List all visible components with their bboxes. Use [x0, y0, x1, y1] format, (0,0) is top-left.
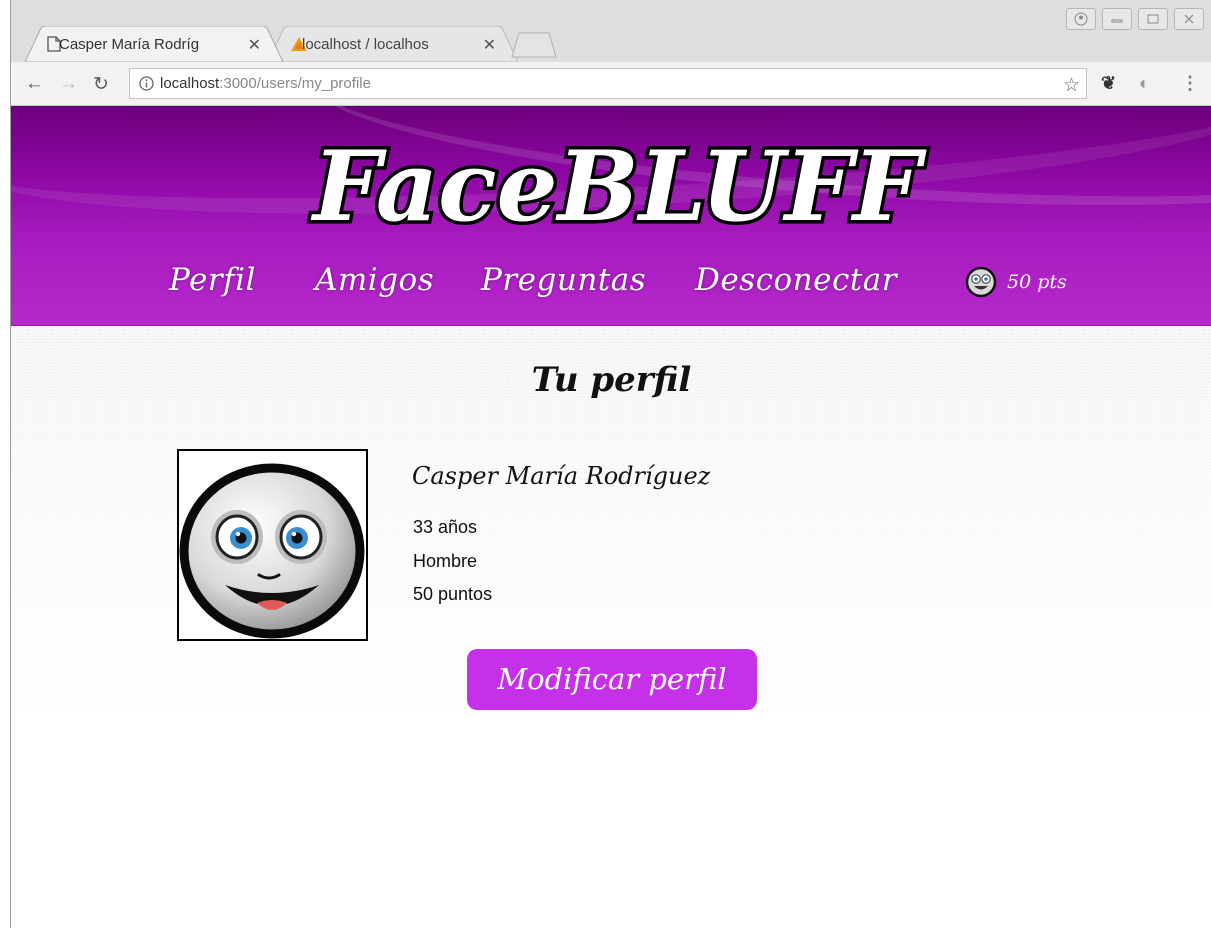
extension-icon[interactable]: ◐	[1139, 73, 1150, 94]
points-indicator: 50 pts	[965, 266, 1067, 298]
site-logo: FaceBLUFF	[307, 128, 931, 238]
address-bar[interactable]: localhost:3000/users/my_profile ☆	[129, 68, 1087, 99]
site-header: FaceBLUFF Perfil Amigos Preguntas Descon…	[11, 106, 1211, 326]
reload-icon[interactable]: ↻	[93, 73, 109, 96]
tab-label: localhost / localhos	[302, 35, 429, 53]
user-age: 33 años	[413, 517, 478, 537]
smiley-avatar-icon	[965, 266, 997, 298]
menu-icon[interactable]: ⋮	[1181, 73, 1199, 94]
nav-desconectar-link[interactable]: Desconectar	[695, 262, 897, 298]
page-content: FaceBLUFF Perfil Amigos Preguntas Descon…	[11, 106, 1211, 928]
maximize-icon[interactable]	[1138, 8, 1168, 30]
browser-toolbar: ← → ↻ localhost:3000/users/my_profile ☆ …	[11, 62, 1211, 106]
tab-label: Casper María Rodríg	[59, 35, 200, 53]
page-title: Tu perfil	[531, 360, 692, 400]
site-logo-text: FaceBLUFF	[310, 130, 927, 238]
close-icon[interactable]: ✕	[248, 35, 261, 55]
nav-perfil-link[interactable]: Perfil	[169, 262, 256, 298]
smiley-avatar-icon	[179, 463, 365, 639]
tab-strip: localhost / localhos ✕ Casper María Rodr…	[11, 0, 1211, 62]
new-tab-button[interactable]	[511, 32, 557, 58]
profile-icon[interactable]	[1066, 8, 1096, 30]
user-gender: Hombre	[413, 551, 478, 571]
tab-phpmyadmin[interactable]: localhost / localhos ✕	[268, 26, 518, 62]
avatar	[177, 449, 368, 641]
user-name: Casper María Rodríguez	[412, 462, 711, 490]
url-host: localhost	[160, 75, 220, 92]
nav-preguntas-link[interactable]: Preguntas	[481, 262, 646, 298]
edit-profile-button[interactable]: Modificar perfil	[467, 649, 757, 710]
close-icon[interactable]: ✕	[483, 35, 496, 55]
bookmark-star-icon[interactable]: ☆	[1063, 71, 1080, 100]
tab-profile[interactable]: Casper María Rodríg ✕	[25, 26, 283, 62]
forward-arrow-icon[interactable]: →	[59, 73, 78, 95]
close-window-icon[interactable]	[1174, 8, 1204, 30]
gnome-extension-icon[interactable]: ❦	[1101, 73, 1116, 94]
window-controls	[1066, 8, 1204, 30]
points-label: 50 pts	[1007, 271, 1067, 293]
nav-amigos-link[interactable]: Amigos	[315, 262, 434, 298]
minimize-icon[interactable]	[1102, 8, 1132, 30]
back-arrow-icon[interactable]: ←	[25, 73, 44, 95]
url-path: :3000/users/my_profile	[219, 75, 371, 92]
user-points: 50 puntos	[413, 584, 493, 604]
info-icon[interactable]	[139, 76, 154, 91]
browser-window: localhost / localhos ✕ Casper María Rodr…	[10, 0, 1211, 928]
